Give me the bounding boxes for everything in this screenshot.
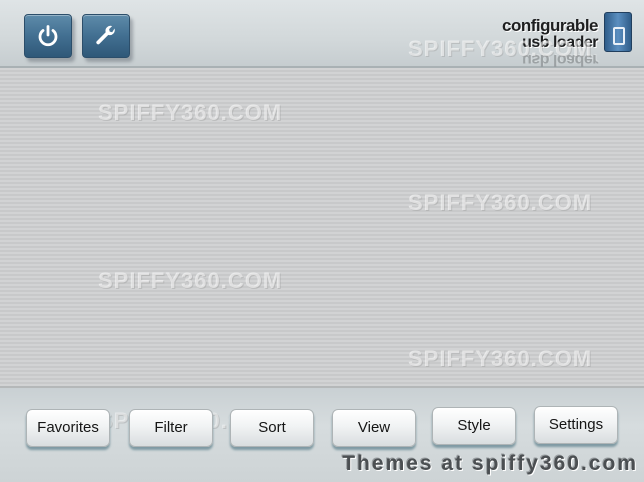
- filter-button[interactable]: Filter: [129, 409, 213, 447]
- settings-tool-button[interactable]: [82, 14, 130, 58]
- logo-line-1: configurable: [501, 16, 599, 35]
- settings-button[interactable]: Settings: [534, 406, 618, 444]
- footer-credit: Themes at spiffy360.com: [342, 452, 638, 475]
- watermark: SPIFFY360.COM: [408, 346, 593, 371]
- bottom-bar: SPIFFY360.COM Favorites Filter Sort View…: [0, 388, 644, 482]
- watermark: SPIFFY360.COM: [408, 36, 593, 61]
- favorites-button[interactable]: Favorites: [26, 409, 110, 447]
- watermark: SPIFFY360.COM: [98, 100, 283, 125]
- style-button[interactable]: Style: [432, 407, 516, 445]
- power-icon: [38, 25, 58, 47]
- loader-screen: configurable usb loader usb loader SPIFF…: [0, 0, 644, 482]
- sort-button[interactable]: Sort: [230, 409, 314, 447]
- power-button[interactable]: [24, 14, 72, 58]
- game-list-area[interactable]: SPIFFY360.COM SPIFFY360.COM SPIFFY360.CO…: [0, 68, 644, 388]
- header-bar: configurable usb loader usb loader SPIFF…: [0, 0, 644, 68]
- usb-switch-icon: [604, 12, 632, 52]
- view-button[interactable]: View: [332, 409, 416, 447]
- wrench-icon: [96, 25, 115, 45]
- watermark: SPIFFY360.COM: [408, 190, 593, 215]
- watermark: SPIFFY360.COM: [98, 268, 283, 293]
